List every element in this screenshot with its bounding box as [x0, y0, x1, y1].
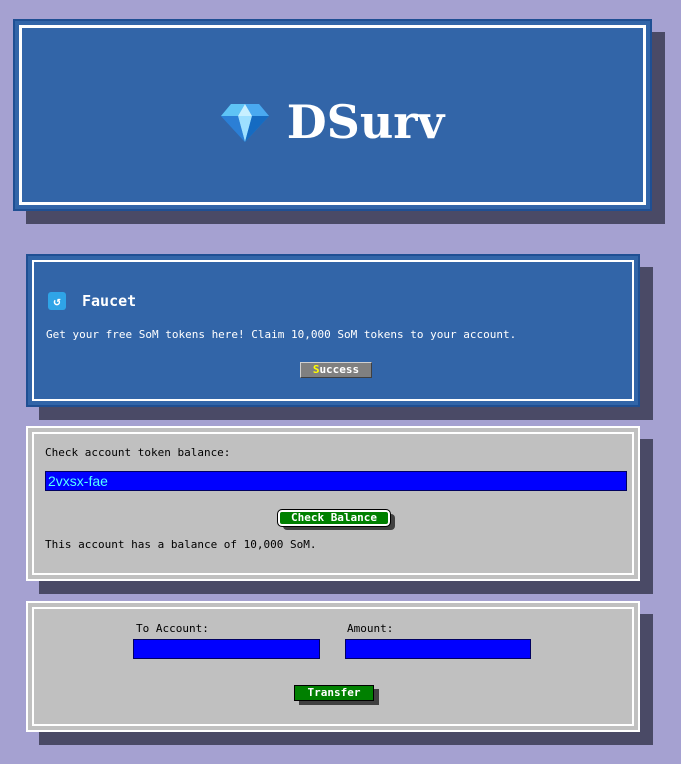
success-button[interactable]: Success — [300, 362, 372, 378]
brand: DSurv — [15, 96, 650, 148]
account-id-input[interactable] — [45, 471, 627, 491]
faucet-description: Get your free SoM tokens here! Claim 10,… — [46, 328, 517, 341]
faucet-heading: ↺ Faucet — [48, 292, 136, 310]
transfer-button[interactable]: Transfer — [294, 685, 374, 701]
amount-label: Amount: — [347, 622, 394, 635]
transfer-inner-border — [32, 607, 634, 726]
faucet-panel: ↺ Faucet Get your free SoM tokens here! … — [26, 254, 640, 407]
faucet-icon: ↺ — [48, 292, 66, 310]
header-banner: DSurv — [13, 19, 652, 211]
transfer-panel: To Account: Amount: Transfer — [26, 601, 640, 732]
faucet-title: Faucet — [82, 292, 137, 310]
brand-title: DSurv — [286, 95, 445, 149]
amount-input[interactable] — [345, 639, 531, 659]
success-button-label: uccess — [319, 363, 360, 376]
balance-panel: Check account token balance: Check Balan… — [26, 426, 640, 581]
diamond-icon — [220, 104, 269, 142]
to-account-input[interactable] — [133, 639, 320, 659]
check-balance-button[interactable]: Check Balance — [277, 509, 391, 527]
to-account-label: To Account: — [136, 622, 209, 635]
balance-result: This account has a balance of 10,000 SoM… — [45, 538, 317, 551]
balance-label: Check account token balance: — [45, 446, 231, 459]
